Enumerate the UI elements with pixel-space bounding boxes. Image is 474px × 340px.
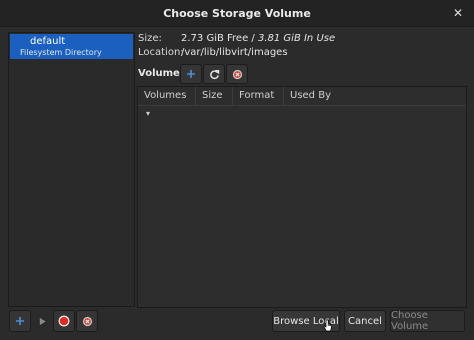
play-icon (39, 317, 46, 325)
volumes-label: Volumes (138, 68, 186, 79)
stop-icon (58, 315, 70, 327)
delete-icon (82, 316, 92, 326)
size-label: Size: (138, 33, 162, 44)
volumes-table[interactable]: Volumes ▾ Size Format Used By (137, 86, 467, 308)
close-icon: ✕ (452, 6, 464, 20)
title-bar: Choose Storage Volume ✕ (0, 0, 474, 27)
add-icon (16, 317, 24, 325)
pool-item-default[interactable]: default Filesystem Directory (10, 34, 133, 59)
delete-pool-button[interactable] (76, 310, 98, 332)
pool-name: default (30, 36, 66, 47)
pool-type: Filesystem Directory (20, 48, 102, 57)
size-in-use: 3.81 GiB In Use (257, 33, 336, 44)
delete-volume-button[interactable] (226, 64, 248, 84)
column-header-format[interactable]: Format (232, 87, 283, 105)
refresh-icon (209, 69, 219, 79)
size-free: 2.73 GiB Free / (181, 33, 258, 44)
close-button[interactable]: ✕ (448, 3, 468, 23)
column-header-size[interactable]: Size (195, 87, 232, 105)
cancel-button[interactable]: Cancel (344, 310, 386, 332)
table-header: Volumes ▾ Size Format Used By (138, 87, 466, 118)
add-icon (187, 70, 195, 78)
pool-list[interactable]: default Filesystem Directory (8, 32, 135, 307)
size-value: 2.73 GiB Free / 3.81 GiB In Use (181, 33, 335, 44)
delete-icon (232, 69, 242, 79)
start-pool-button[interactable] (31, 310, 53, 332)
add-volume-button[interactable] (180, 64, 202, 84)
window-title: Choose Storage Volume (163, 6, 311, 20)
add-pool-button[interactable] (9, 310, 31, 332)
location-label: Location: (138, 47, 184, 58)
column-header-used-by[interactable]: Used By (283, 87, 343, 105)
mouse-pointer-icon (323, 319, 332, 332)
column-header-volumes[interactable]: Volumes ▾ (138, 87, 195, 118)
location-value: /var/lib/libvirt/images (181, 47, 288, 58)
choose-volume-button[interactable]: Choose Volume (390, 310, 465, 332)
stop-pool-button[interactable] (53, 310, 75, 332)
refresh-button[interactable] (203, 64, 225, 84)
sort-down-icon: ▾ (146, 109, 151, 118)
